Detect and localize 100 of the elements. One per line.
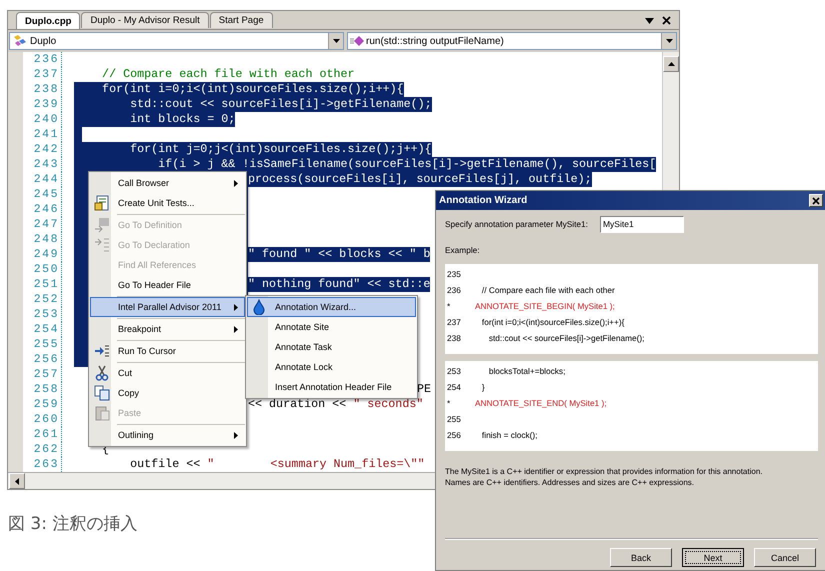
droplet-icon bbox=[253, 299, 265, 315]
menu-item[interactable]: Create Unit Tests... bbox=[90, 193, 245, 213]
line-number: 260 bbox=[23, 412, 62, 427]
code-text: PE bbox=[417, 382, 432, 397]
line-number: * bbox=[447, 398, 452, 408]
line-number: 262 bbox=[23, 442, 62, 457]
line-number: 237 bbox=[447, 317, 462, 327]
code-text: for(int i=0;i<(int)sourceFiles.size();i++){ bbox=[74, 82, 404, 97]
go-to-icon bbox=[94, 217, 110, 233]
editor-tab[interactable]: Start Page bbox=[210, 12, 273, 28]
code-text: int blocks = 0; bbox=[74, 112, 236, 127]
line-number: 243 bbox=[23, 157, 62, 172]
line-number: 253 bbox=[23, 307, 62, 322]
editor-tab[interactable]: Duplo - My Advisor Result bbox=[81, 12, 209, 28]
menu-item[interactable]: Outlining bbox=[90, 425, 245, 445]
class-icon bbox=[12, 34, 28, 48]
parameter-input[interactable]: MySite1 bbox=[600, 216, 684, 232]
line-number: 238 bbox=[23, 82, 62, 97]
line-number: 240 bbox=[23, 112, 62, 127]
code-text: for(int i=0;i<(int)sourceFiles.size();i++){ bbox=[480, 317, 624, 327]
submenu-arrow-icon bbox=[234, 180, 238, 186]
menu-item[interactable]: Copy bbox=[90, 383, 245, 403]
menu-item[interactable]: Breakpoint bbox=[90, 319, 245, 339]
dialog-button[interactable]: Next bbox=[682, 548, 744, 567]
line-number: 256 bbox=[23, 352, 62, 367]
line-number: 255 bbox=[23, 337, 62, 352]
line-number: 241 bbox=[23, 127, 62, 142]
code-text: } bbox=[480, 382, 485, 392]
close-icon[interactable] bbox=[662, 16, 671, 25]
menu-item[interactable]: Annotate Lock bbox=[247, 357, 416, 377]
line-number: 237 bbox=[23, 67, 62, 82]
menu-item[interactable]: Go To Header File bbox=[90, 275, 245, 295]
code-text: " nothing found" << std::e bbox=[248, 277, 430, 292]
scroll-up-icon[interactable] bbox=[663, 56, 679, 72]
code-text: " found " << blocks << " b bbox=[248, 247, 430, 262]
line-number: 254 bbox=[447, 382, 462, 392]
line-number: 257 bbox=[23, 367, 62, 382]
code-text: std::cout << sourceFiles[i]->getFilename(); bbox=[488, 333, 644, 343]
menu-item[interactable]: Intel Parallel Advisor 2011 bbox=[90, 297, 245, 317]
line-number: 252 bbox=[23, 292, 62, 307]
line-number: 255 bbox=[447, 414, 462, 424]
method-icon bbox=[350, 35, 364, 47]
menu-item[interactable]: Run To Cursor bbox=[90, 341, 245, 361]
line-number: 236 bbox=[23, 52, 62, 67]
submenu-arrow-icon bbox=[234, 432, 238, 438]
line-number: 246 bbox=[23, 202, 62, 217]
code-text: << duration << bbox=[248, 397, 348, 412]
line-number: 239 bbox=[23, 97, 62, 112]
menu-item[interactable]: Insert Annotation Header File bbox=[247, 377, 416, 397]
line-number: 254 bbox=[23, 322, 62, 337]
description-text: The MySite1 is a C++ identifier or expression that provides information for this annotation. bbox=[445, 466, 764, 477]
line-number: 250 bbox=[23, 262, 62, 277]
submenu-arrow-icon bbox=[234, 304, 238, 310]
code-text: " <summary Num_files=\"" bbox=[207, 457, 425, 472]
code-text: outfile << bbox=[129, 457, 202, 472]
figure-caption: 図 3: 注釈の挿入 bbox=[8, 513, 138, 535]
line-number: * bbox=[447, 301, 452, 311]
menu-item[interactable]: Annotation Wizard... bbox=[247, 297, 416, 317]
line-number: 238 bbox=[447, 333, 462, 343]
example-label: Example: bbox=[445, 245, 481, 257]
dialog-title: Annotation Wizard bbox=[439, 195, 528, 206]
clipboard-icon bbox=[94, 405, 110, 421]
line-number: 235 bbox=[447, 269, 462, 279]
code-text: if(i > j && !isSameFilename(sourceFiles[i]->getFilename(), sourceFiles[ bbox=[74, 157, 656, 172]
code-text: finish = clock(); bbox=[480, 430, 538, 440]
code-text: blocksTotal+=blocks; bbox=[488, 366, 566, 376]
code-text: ANNOTATE_SITE_END( MySite1 ); bbox=[475, 398, 607, 408]
code-text: for(int j=0;j<(int)sourceFiles.size();j++){ bbox=[74, 142, 432, 157]
line-number: 248 bbox=[23, 232, 62, 247]
code-text: // Compare each file with each other bbox=[480, 285, 615, 295]
go-to-icon bbox=[94, 237, 110, 253]
line-number: 247 bbox=[23, 217, 62, 232]
code-text: std::cout << sourceFiles[i]->getFilename(); bbox=[74, 97, 432, 112]
scroll-left-icon[interactable] bbox=[9, 473, 25, 489]
line-number: 251 bbox=[23, 277, 62, 292]
menu-item[interactable]: Annotate Task bbox=[247, 337, 416, 357]
line-number: 249 bbox=[23, 247, 62, 262]
menu-item[interactable]: Annotate Site bbox=[247, 317, 416, 337]
scope-dropdown[interactable]: Duplo bbox=[9, 32, 344, 50]
code-text: process(sourceFiles[i], sourceFiles[j], outfile); bbox=[248, 172, 592, 187]
editor-tab[interactable]: Duplo.cpp bbox=[16, 12, 80, 29]
close-icon[interactable] bbox=[812, 196, 820, 204]
dialog-button[interactable]: Back bbox=[610, 548, 672, 567]
line-number: 256 bbox=[447, 430, 462, 440]
dialog-button[interactable]: Cancel bbox=[754, 548, 816, 567]
line-number: 242 bbox=[23, 142, 62, 157]
code-text: ANNOTATE_SITE_BEGIN( MySite1 ); bbox=[475, 301, 615, 311]
member-dropdown[interactable]: run(std::string outputFileName) bbox=[347, 32, 677, 50]
parameter-label: Specify annotation parameter MySite1: bbox=[445, 219, 588, 229]
line-number: 236 bbox=[447, 285, 462, 295]
dropdown-icon[interactable] bbox=[645, 18, 654, 24]
submenu-arrow-icon bbox=[234, 326, 238, 332]
menu-item[interactable]: Cut bbox=[90, 363, 245, 383]
scissors-icon bbox=[94, 365, 110, 381]
menu-item[interactable]: Call Browser bbox=[90, 173, 245, 193]
description-text: Names are C++ identifiers. Addresses and sizes are C++ expressions. bbox=[445, 477, 696, 488]
line-number: 261 bbox=[23, 427, 62, 442]
line-number: 245 bbox=[23, 187, 62, 202]
close-button[interactable] bbox=[809, 194, 823, 207]
run-to-cursor-icon bbox=[94, 343, 110, 359]
